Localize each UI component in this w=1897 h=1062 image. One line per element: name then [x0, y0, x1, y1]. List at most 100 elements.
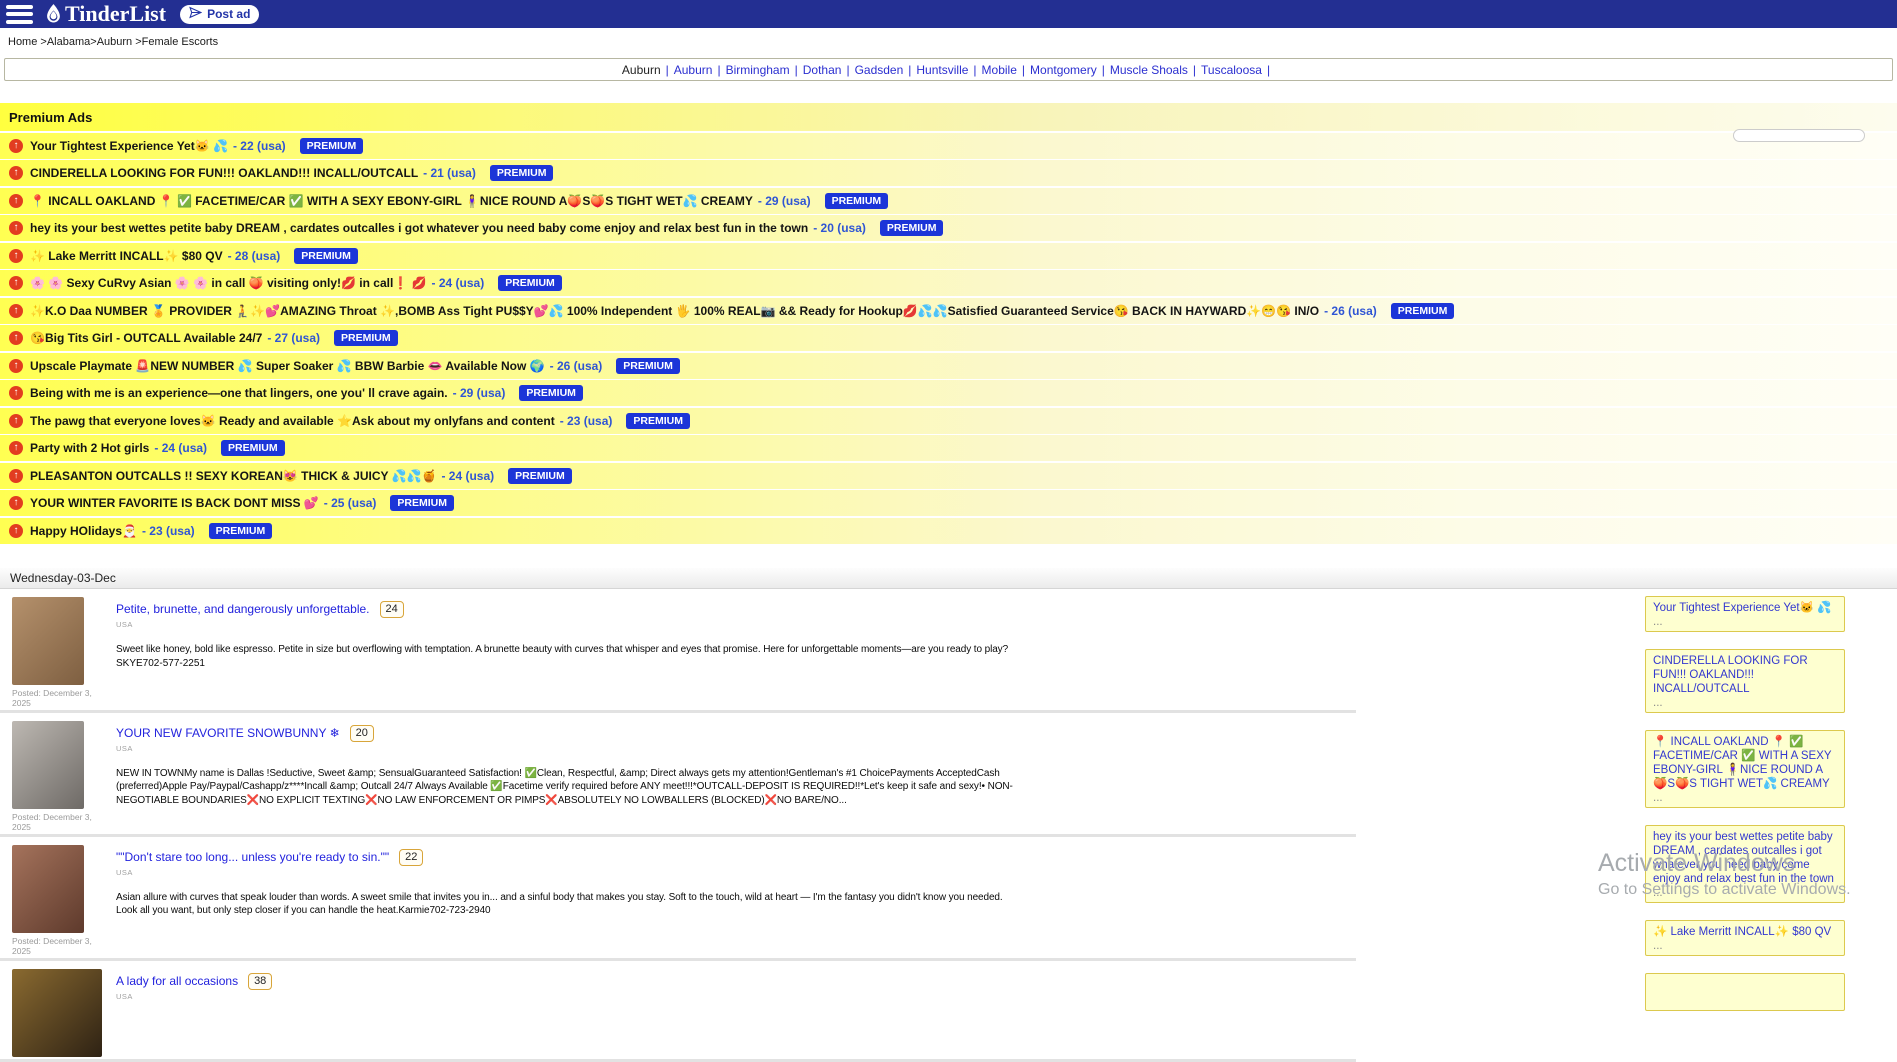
upvote-icon: ↑	[9, 304, 23, 318]
premium-ad-row[interactable]: ↑📍 INCALL OAKLAND 📍 ✅ FACETIME/CAR ✅ WIT…	[0, 188, 1897, 214]
premium-ad-title[interactable]: ✨ Lake Merritt INCALL✨ $80 QV	[30, 249, 223, 263]
age-badge: 38	[248, 973, 272, 990]
city-link-muscle-shoals[interactable]: Muscle Shoals	[1110, 63, 1188, 77]
city-link-dothan[interactable]: Dothan	[803, 63, 842, 77]
sidebar-ad[interactable]: CINDERELLA LOOKING FOR FUN!!! OAKLAND!!!…	[1645, 649, 1845, 713]
city-link-huntsville[interactable]: Huntsville	[916, 63, 968, 77]
premium-badge: PREMIUM	[390, 495, 454, 511]
premium-badge: PREMIUM	[490, 165, 554, 181]
sidebar-ad-title[interactable]: ✨ Lake Merritt INCALL✨ $80 QV	[1653, 925, 1837, 939]
listing-thumbnail[interactable]	[12, 969, 102, 1057]
upvote-icon: ↑	[9, 221, 23, 235]
premium-ad-row[interactable]: ↑Party with 2 Hot girls- 24 (usa)PREMIUM	[0, 435, 1897, 461]
listing-title-link[interactable]: ""Don't stare too long... unless you're …	[116, 850, 389, 864]
premium-ad-row[interactable]: ↑ hey its your best wettes petite baby DR…	[0, 215, 1897, 241]
premium-ad-row[interactable]: ↑Your Tightest Experience Yet🐱 💦- 22 (us…	[0, 133, 1897, 159]
breadcrumb-home[interactable]: Home	[8, 36, 37, 48]
listing-location: USA	[116, 744, 1016, 753]
sidebar-ad-more: ...	[1653, 887, 1837, 899]
upvote-icon: ↑	[9, 331, 23, 345]
premium-ad-row[interactable]: ↑ ✨K.O Daa NUMBER 🏅 PROVIDER 🧎✨💕AMAZING T…	[0, 298, 1897, 324]
upvote-icon: ↑	[9, 249, 23, 263]
city-nav: Auburn | Auburn | Birmingham | Dothan | …	[4, 58, 1893, 81]
premium-ad-title[interactable]: The pawg that everyone loves🐱 Ready and …	[30, 414, 555, 428]
premium-ad-row[interactable]: ↑ Being with me is an experience—one that…	[0, 380, 1897, 406]
premium-ad-title[interactable]: YOUR WINTER FAVORITE IS BACK DONT MISS 💕	[30, 496, 319, 510]
sidebar-ad-more: ...	[1653, 940, 1837, 952]
listing-title-link[interactable]: YOUR NEW FAVORITE SNOWBUNNY ❄	[116, 726, 340, 740]
listing-thumbnail[interactable]	[12, 845, 84, 933]
premium-ad-title[interactable]: Happy HOlidays🎅	[30, 524, 137, 538]
premium-ad-title[interactable]: ✨K.O Daa NUMBER 🏅 PROVIDER 🧎✨💕AMAZING Th…	[30, 304, 1319, 318]
sidebar-ad-title[interactable]: hey its your best wettes petite baby DRE…	[1653, 830, 1837, 886]
premium-ad-title[interactable]: CINDERELLA LOOKING FOR FUN!!! OAKLAND!!!…	[30, 166, 418, 180]
listing-thumbnail[interactable]	[12, 597, 84, 685]
premium-ad-row[interactable]: ↑ 🌸 🌸 Sexy CuRvy Asian 🌸 🌸 in call 🍑 visi…	[0, 270, 1897, 296]
premium-badge: PREMIUM	[626, 413, 690, 429]
premium-ad-meta: - 21 (usa)	[423, 166, 476, 180]
post-ad-button[interactable]: Post ad	[180, 5, 259, 24]
listing-thumbnail[interactable]	[12, 721, 84, 809]
listing-row: A lady for all occasions 38 USA	[0, 961, 1356, 1062]
premium-badge: PREMIUM	[334, 330, 398, 346]
city-link-gadsden[interactable]: Gadsden	[855, 63, 904, 77]
city-link-mobile[interactable]: Mobile	[982, 63, 1017, 77]
premium-ad-row[interactable]: ↑The pawg that everyone loves🐱 Ready and…	[0, 408, 1897, 434]
brand-logo[interactable]: TinderList	[45, 0, 166, 28]
upvote-icon: ↑	[9, 469, 23, 483]
hamburger-menu-icon[interactable]	[6, 5, 33, 24]
city-link-auburn[interactable]: Auburn	[674, 63, 713, 77]
premium-badge: PREMIUM	[825, 193, 889, 209]
premium-ad-title[interactable]: 📍 INCALL OAKLAND 📍 ✅ FACETIME/CAR ✅ WITH…	[30, 194, 753, 208]
scrollbar-thumb[interactable]	[1733, 129, 1865, 142]
premium-ad-row[interactable]: ↑Upscale Playmate 🚨NEW NUMBER 💦 Super So…	[0, 353, 1897, 379]
sidebar-ad[interactable]: hey its your best wettes petite baby DRE…	[1645, 825, 1845, 903]
premium-ad-row[interactable]: ↑ PLEASANTON OUTCALLS !! SEXY KOREAN😻 THI…	[0, 463, 1897, 489]
upvote-icon: ↑	[9, 386, 23, 400]
premium-ad-row[interactable]: ↑ 😘Big Tits Girl - OUTCALL Available 24/7…	[0, 325, 1897, 351]
sidebar-ad-title[interactable]: Your Tightest Experience Yet🐱 💦	[1653, 601, 1837, 615]
premium-ad-row[interactable]: ↑CINDERELLA LOOKING FOR FUN!!! OAKLAND!!…	[0, 160, 1897, 186]
premium-ad-title[interactable]: Being with me is an experience—one that …	[30, 386, 448, 400]
premium-ad-title[interactable]: Upscale Playmate 🚨NEW NUMBER 💦 Super Soa…	[30, 359, 545, 373]
posted-date: Posted: December 3, 2025	[12, 812, 104, 832]
premium-ad-title[interactable]: PLEASANTON OUTCALLS !! SEXY KOREAN😻 THIC…	[30, 469, 436, 483]
premium-ad-row[interactable]: ↑Happy HOlidays🎅- 23 (usa)PREMIUM	[0, 518, 1897, 544]
sidebar-ad[interactable]: ✨ Lake Merritt INCALL✨ $80 QV ...	[1645, 920, 1845, 956]
upvote-icon: ↑	[9, 276, 23, 290]
breadcrumb-city[interactable]: Auburn	[97, 36, 132, 48]
breadcrumb-category[interactable]: Female Escorts	[142, 36, 218, 48]
breadcrumb-state[interactable]: Alabama	[47, 36, 90, 48]
listing-location: USA	[116, 620, 1008, 629]
sidebar-ad-title[interactable]: 📍 INCALL OAKLAND 📍 ✅ FACETIME/CAR ✅ WITH…	[1653, 735, 1837, 791]
city-link-tuscaloosa[interactable]: Tuscaloosa	[1201, 63, 1262, 77]
premium-ad-title[interactable]: hey its your best wettes petite baby DRE…	[30, 221, 808, 235]
premium-ad-meta: - 24 (usa)	[441, 469, 494, 483]
premium-ad-meta: - 25 (usa)	[324, 496, 377, 510]
sidebar-ad[interactable]: Your Tightest Experience Yet🐱 💦 ...	[1645, 596, 1845, 632]
premium-ad-meta: - 26 (usa)	[1324, 304, 1377, 318]
city-link-montgomery[interactable]: Montgomery	[1030, 63, 1097, 77]
upvote-icon: ↑	[9, 441, 23, 455]
premium-ad-title[interactable]: 🌸 🌸 Sexy CuRvy Asian 🌸 🌸 in call 🍑 visit…	[30, 276, 427, 290]
sidebar-ad[interactable]	[1645, 973, 1845, 1011]
listing-row: Posted: December 3, 2025 YOUR NEW FAVORI…	[0, 713, 1356, 837]
age-badge: 22	[399, 849, 423, 866]
listing-title-link[interactable]: Petite, brunette, and dangerously unforg…	[116, 602, 370, 616]
listing-description: Asian allure with curves that speak loud…	[116, 891, 1016, 918]
premium-ad-meta: - 23 (usa)	[560, 414, 613, 428]
premium-ad-title[interactable]: 😘Big Tits Girl - OUTCALL Available 24/7	[30, 331, 262, 345]
city-link-birmingham[interactable]: Birmingham	[726, 63, 790, 77]
premium-ad-title[interactable]: Party with 2 Hot girls	[30, 441, 149, 455]
premium-badge: PREMIUM	[508, 468, 572, 484]
age-badge: 24	[380, 601, 404, 618]
sidebar-ad-title[interactable]: CINDERELLA LOOKING FOR FUN!!! OAKLAND!!!…	[1653, 654, 1837, 696]
premium-ad-title[interactable]: Your Tightest Experience Yet🐱 💦	[30, 139, 228, 153]
premium-ad-row[interactable]: ↑YOUR WINTER FAVORITE IS BACK DONT MISS …	[0, 490, 1897, 516]
sidebar-ad[interactable]: 📍 INCALL OAKLAND 📍 ✅ FACETIME/CAR ✅ WITH…	[1645, 730, 1845, 808]
premium-ads-section: Premium Ads ↑Your Tightest Experience Ye…	[0, 103, 1897, 544]
flame-icon	[45, 4, 62, 24]
premium-ad-row[interactable]: ↑✨ Lake Merritt INCALL✨ $80 QV- 28 (usa)…	[0, 243, 1897, 269]
top-navbar: TinderList Post ad	[0, 0, 1897, 28]
listing-title-link[interactable]: A lady for all occasions	[116, 974, 238, 988]
